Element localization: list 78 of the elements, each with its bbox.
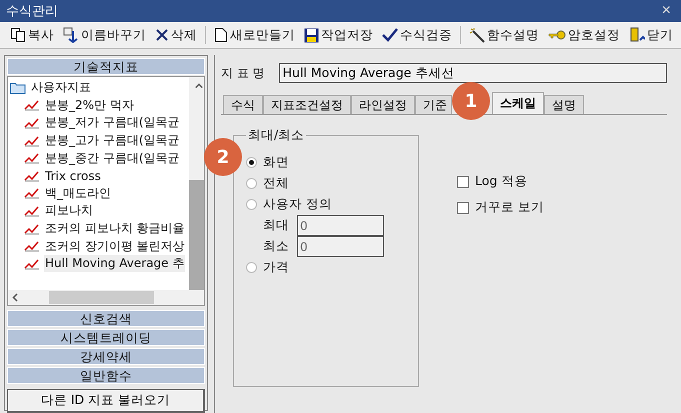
radio-button[interactable] <box>246 178 257 189</box>
callout-badge: 1 <box>452 82 490 120</box>
tree-item[interactable]: 백_매도라인 <box>44 184 112 202</box>
line-chart-icon <box>24 170 40 182</box>
section-header[interactable]: 강세약세 <box>7 348 205 365</box>
scroll-left-icon[interactable] <box>12 293 18 302</box>
tab[interactable]: 수식 <box>223 95 263 114</box>
toolbar-button[interactable]: 이름바꾸기 <box>59 24 150 46</box>
window-title: 수식관리 <box>6 3 58 20</box>
wand-icon <box>469 27 485 43</box>
radio-label: 가격 <box>263 259 289 276</box>
section-header[interactable]: 신호검색 <box>7 310 205 327</box>
tree-item[interactable]: 분봉_중간 구름대(일목균 <box>44 150 180 167</box>
tab[interactable]: 기준 <box>415 95 452 114</box>
callout-badge: 2 <box>204 138 242 176</box>
radio-label: 전체 <box>263 175 289 192</box>
checkbox[interactable] <box>457 202 469 214</box>
toolbar-button[interactable]: 함수설명 <box>465 24 543 46</box>
line-chart-icon <box>24 152 40 164</box>
radio-button[interactable] <box>246 157 257 168</box>
section-header[interactable]: 일반함수 <box>7 367 205 384</box>
toolbar-button[interactable]: 닫기 <box>625 24 677 46</box>
checkbox-label: 거꾸로 보기 <box>475 199 544 216</box>
tab[interactable]: 설명 <box>544 95 584 114</box>
tree-item[interactable]: 분봉_저가 구름대(일목균 <box>44 114 180 132</box>
exit-door-icon <box>629 27 645 43</box>
tree-item[interactable]: 사용자지표 <box>30 79 92 96</box>
section-header[interactable]: 기술적지표 <box>7 58 205 75</box>
toolbar-button[interactable]: 수식검증 <box>378 24 456 46</box>
line-chart-icon <box>24 222 40 235</box>
tab[interactable]: 라인설정 <box>351 95 415 114</box>
copy-icon <box>10 27 26 43</box>
tab[interactable]: 지표조건설정 <box>263 95 351 114</box>
check-icon <box>382 28 398 42</box>
radio-label: 화면 <box>263 154 289 171</box>
line-chart-icon <box>24 240 40 252</box>
min-field[interactable]: 0 <box>297 236 384 257</box>
toolbar-button[interactable]: 복사 <box>6 24 58 46</box>
close-button[interactable]: × <box>660 2 673 20</box>
max-field[interactable]: 0 <box>297 215 384 236</box>
tree-item[interactable]: 분봉_고가 구름대(일목균 <box>44 132 180 150</box>
tab[interactable]: 스케일 <box>492 92 544 114</box>
toolbar-button[interactable]: 새로만들기 <box>210 24 299 46</box>
radio-button[interactable] <box>246 199 257 210</box>
load-button[interactable]: 다른 ID 지표 불러오기 <box>7 389 205 413</box>
toolbar-button[interactable]: 삭제 <box>151 24 201 46</box>
name-field[interactable]: Hull Moving Average 추세선 <box>278 63 667 83</box>
scrollbar-thumb[interactable] <box>189 180 204 290</box>
document-icon <box>214 27 228 43</box>
tree-item[interactable]: Trix cross <box>44 168 102 183</box>
line-chart-icon <box>24 258 40 270</box>
rename-icon <box>63 27 79 43</box>
group-title: 최대/최소 <box>247 127 306 144</box>
section-header[interactable]: 시스템트레이딩 <box>7 329 205 346</box>
radio-label: 사용자 정의 <box>263 196 332 213</box>
toolbar-button[interactable]: 암호설정 <box>544 24 624 46</box>
delete-icon <box>155 28 169 42</box>
line-chart-icon <box>24 134 40 147</box>
tree-item[interactable]: 분봉_2%만 먹자 <box>44 96 135 114</box>
save-icon <box>304 28 319 42</box>
key-icon <box>548 29 566 41</box>
line-chart-icon <box>24 99 40 112</box>
tree-item[interactable]: Hull Moving Average 추 <box>44 255 186 272</box>
tree-item[interactable]: 조커의 피보나치 황금비율 <box>44 220 186 238</box>
toolbar-button[interactable]: 작업저장 <box>300 24 377 46</box>
field-label: 지 표 명 <box>221 64 265 82</box>
tree-item[interactable]: 피보나치 <box>44 202 94 220</box>
field-label: 최소 <box>263 238 289 255</box>
field-label: 최대 <box>263 217 289 234</box>
line-chart-icon <box>24 116 40 129</box>
radio-button[interactable] <box>246 262 257 273</box>
checkbox-label: Log 적용 <box>475 173 528 190</box>
line-chart-icon <box>24 187 40 200</box>
folder-icon <box>10 81 26 94</box>
line-chart-icon <box>24 204 40 217</box>
tree-item[interactable]: 조커의 장기이평 볼린저상 <box>44 238 186 255</box>
scrollbar-thumb[interactable] <box>49 291 154 304</box>
checkbox[interactable] <box>457 176 469 188</box>
